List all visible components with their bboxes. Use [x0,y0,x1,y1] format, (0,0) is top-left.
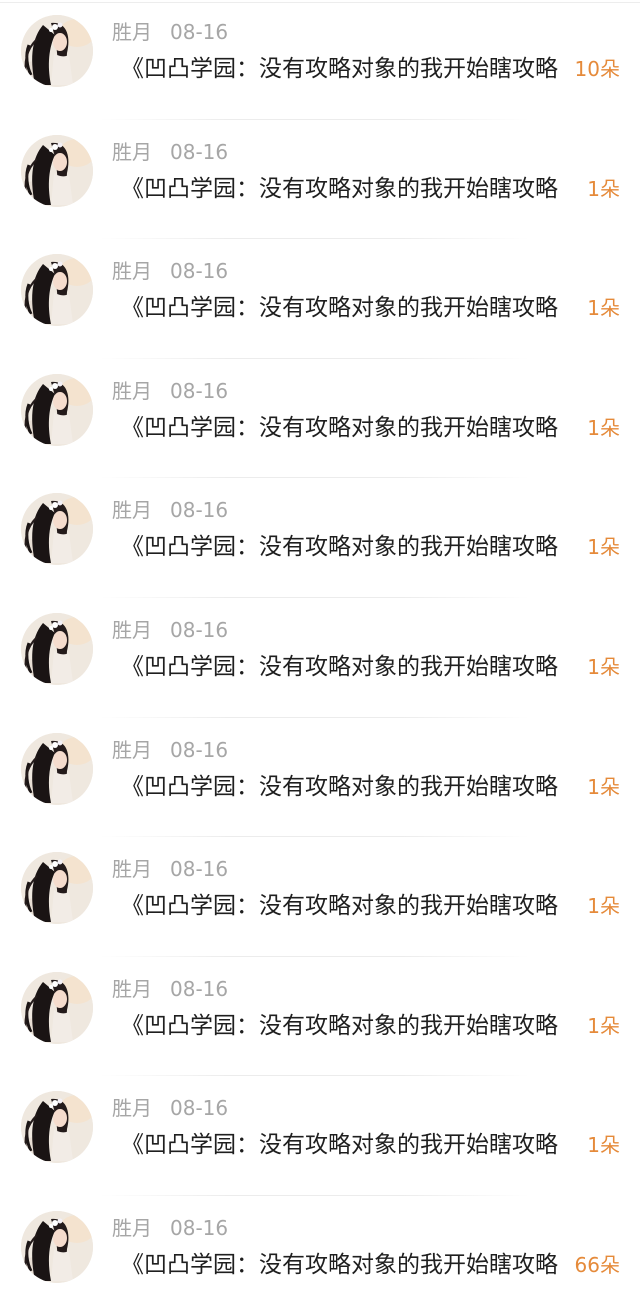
item-date: 08-16 [170,857,229,882]
username[interactable]: 胜月 [112,19,152,45]
gift-count: 1朵 [587,535,620,560]
avatar-image [21,613,93,685]
list-item[interactable]: 胜月 08-16 《凹凸学园：没有攻略对象的我开始瞎攻略 10朵 [0,0,640,120]
avatar-image [21,1211,93,1283]
avatar-image [21,134,93,207]
item-date: 08-16 [170,20,229,44]
item-meta: 胜月 08-16 [112,258,228,284]
gift-count: 1朵 [587,655,620,679]
username[interactable]: 胜月 [112,1215,152,1241]
username[interactable]: 胜月 [112,617,152,643]
gift-count: 1朵 [587,894,620,919]
item-title[interactable]: 《凹凸学园：没有攻略对象的我开始瞎攻略 [121,889,573,923]
item-title[interactable]: 《凹凸学园：没有攻略对象的我开始瞎攻略 [121,52,573,86]
username[interactable]: 胜月 [112,258,152,284]
avatar-image [21,1091,93,1164]
avatar[interactable] [21,15,93,87]
item-meta: 胜月 08-16 [112,497,228,523]
list-item[interactable]: 胜月 08-16 《凹凸学园：没有攻略对象的我开始瞎攻略 1朵 [0,598,640,718]
username[interactable]: 胜月 [112,1095,152,1121]
item-title[interactable]: 《凹凸学园：没有攻略对象的我开始瞎攻略 [121,1248,573,1282]
item-title[interactable]: 《凹凸学园：没有攻略对象的我开始瞎攻略 [121,1128,573,1162]
list-item[interactable]: 胜月 08-16 《凹凸学园：没有攻略对象的我开始瞎攻略 1朵 [0,1076,640,1196]
list-item[interactable]: 胜月 08-16 《凹凸学园：没有攻略对象的我开始瞎攻略 1朵 [0,239,640,359]
item-title[interactable]: 《凹凸学园：没有攻略对象的我开始瞎攻略 [121,1009,573,1043]
item-title[interactable]: 《凹凸学园：没有攻略对象的我开始瞎攻略 [121,291,573,325]
item-date: 08-16 [170,618,229,642]
avatar-image [21,493,93,566]
username[interactable]: 胜月 [112,378,152,404]
avatar[interactable] [21,613,93,685]
avatar[interactable] [21,1211,93,1283]
item-meta: 胜月 08-16 [112,19,228,45]
item-date: 08-16 [170,1096,229,1121]
item-date: 08-16 [170,498,229,523]
item-meta: 胜月 08-16 [112,378,228,404]
item-title[interactable]: 《凹凸学园：没有攻略对象的我开始瞎攻略 [121,650,573,684]
item-date: 08-16 [170,976,229,1001]
item-title[interactable]: 《凹凸学园：没有攻略对象的我开始瞎攻略 [121,530,573,564]
avatar-image [21,732,93,805]
gift-count: 1朵 [587,176,620,201]
item-title[interactable]: 《凹凸学园：没有攻略对象的我开始瞎攻略 [121,770,573,804]
item-meta: 胜月 08-16 [112,139,228,165]
gift-count: 66朵 [574,1253,620,1277]
item-meta: 胜月 08-16 [112,1095,228,1121]
avatar[interactable] [21,971,93,1044]
list-item[interactable]: 胜月 08-16 《凹凸学园：没有攻略对象的我开始瞎攻略 1朵 [0,359,640,479]
avatar-image [21,971,93,1044]
avatar[interactable] [21,134,93,207]
item-date: 08-16 [170,139,229,164]
gift-count: 1朵 [587,1133,620,1158]
list-item[interactable]: 胜月 08-16 《凹凸学园：没有攻略对象的我开始瞎攻略 1朵 [0,837,640,957]
gift-record-list: 胜月 08-16 《凹凸学园：没有攻略对象的我开始瞎攻略 10朵 胜月 08-1… [0,0,640,1297]
avatar[interactable] [21,493,93,566]
list-item[interactable]: 胜月 08-16 《凹凸学园：没有攻略对象的我开始瞎攻略 1朵 [0,478,640,598]
username[interactable]: 胜月 [112,856,152,882]
gift-count: 1朵 [587,296,620,321]
item-meta: 胜月 08-16 [112,856,228,882]
list-item[interactable]: 胜月 08-16 《凹凸学园：没有攻略对象的我开始瞎攻略 66朵 [0,1196,640,1297]
gift-count: 10朵 [574,57,620,81]
item-date: 08-16 [170,259,229,284]
item-date: 08-16 [170,378,229,403]
gift-count: 1朵 [587,774,620,799]
username[interactable]: 胜月 [112,976,152,1002]
list-item[interactable]: 胜月 08-16 《凹凸学园：没有攻略对象的我开始瞎攻略 1朵 [0,120,640,240]
username[interactable]: 胜月 [112,737,152,763]
username[interactable]: 胜月 [112,139,152,165]
item-date: 08-16 [170,1216,229,1240]
list-item[interactable]: 胜月 08-16 《凹凸学园：没有攻略对象的我开始瞎攻略 1朵 [0,718,640,838]
item-meta: 胜月 08-16 [112,976,228,1002]
list-item[interactable]: 胜月 08-16 《凹凸学园：没有攻略对象的我开始瞎攻略 1朵 [0,957,640,1077]
gift-count: 1朵 [587,415,620,440]
avatar[interactable] [21,1091,93,1164]
avatar-image [21,15,93,87]
avatar-image [21,254,93,327]
item-title[interactable]: 《凹凸学园：没有攻略对象的我开始瞎攻略 [121,411,573,445]
item-meta: 胜月 08-16 [112,1215,228,1241]
username[interactable]: 胜月 [112,497,152,523]
avatar-image [21,373,93,446]
item-meta: 胜月 08-16 [112,737,228,763]
avatar-image [21,852,93,925]
item-title[interactable]: 《凹凸学园：没有攻略对象的我开始瞎攻略 [121,172,573,206]
gift-count: 1朵 [587,1013,620,1038]
item-meta: 胜月 08-16 [112,617,228,643]
avatar[interactable] [21,254,93,327]
avatar[interactable] [21,732,93,805]
avatar[interactable] [21,373,93,446]
item-date: 08-16 [170,737,229,762]
avatar[interactable] [21,852,93,925]
